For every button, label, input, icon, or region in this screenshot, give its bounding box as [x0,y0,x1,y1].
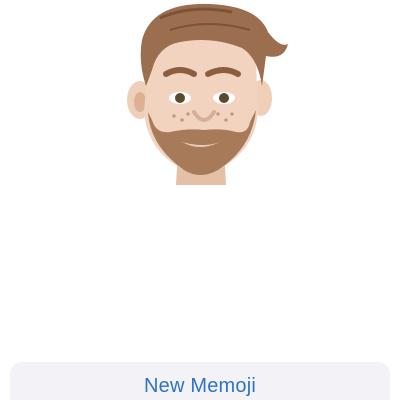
memoji-face-icon [127,3,288,185]
memoji-screen: New Memoji [0,0,400,400]
new-memoji-label: New Memoji [143,375,257,397]
new-memoji-button[interactable]: New Memoji [10,362,390,400]
memoji-avatar[interactable] [100,0,300,190]
